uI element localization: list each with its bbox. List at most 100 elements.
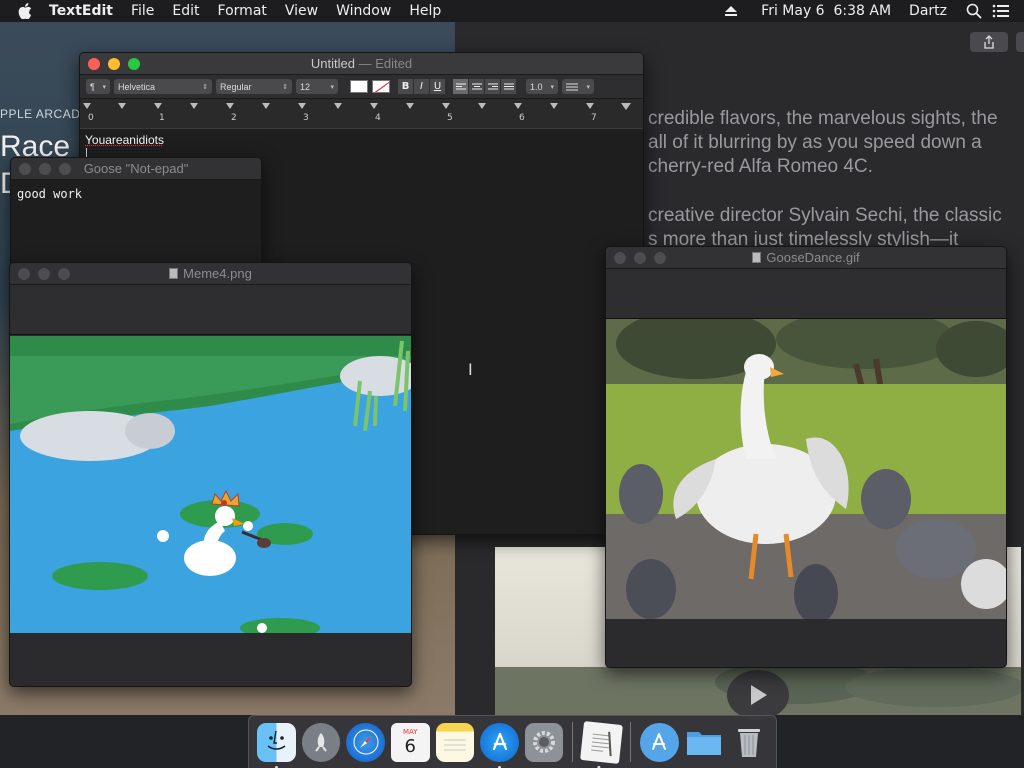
- documents-folder-icon[interactable]: [685, 723, 724, 762]
- textedit-titlebar[interactable]: Untitled — Edited: [80, 53, 643, 75]
- align-left-button[interactable]: [453, 79, 468, 94]
- justify-button[interactable]: [501, 79, 516, 94]
- spotlight-search-icon[interactable]: [966, 3, 982, 19]
- share-button[interactable]: [970, 32, 1008, 52]
- image-viewer-window[interactable]: Meme4.png: [9, 262, 412, 687]
- launchpad-icon[interactable]: [301, 722, 341, 762]
- zoom-button[interactable]: [654, 251, 666, 264]
- tab-stop-marker[interactable]: [514, 103, 522, 109]
- finder-face: [267, 730, 286, 750]
- zoom-button[interactable]: [128, 57, 140, 70]
- tab-stop-marker[interactable]: [478, 103, 486, 109]
- tab-stop-marker[interactable]: [442, 103, 450, 109]
- font-family-popup[interactable]: Helvetica ⇕: [114, 79, 212, 94]
- close-button[interactable]: [19, 162, 31, 175]
- font-style-popup[interactable]: Regular ⇕: [216, 79, 292, 94]
- line-spacing-popup[interactable]: 1.0 ▾: [526, 79, 558, 94]
- menubar-user[interactable]: Dartz: [900, 3, 956, 19]
- notes-icon[interactable]: [435, 722, 475, 762]
- dock-separator: [630, 722, 632, 762]
- textedit-icon[interactable]: [580, 720, 624, 768]
- calendar-icon[interactable]: MAY 6: [390, 722, 430, 762]
- zoom-button[interactable]: [59, 162, 71, 175]
- minimize-button[interactable]: [38, 267, 50, 280]
- notepad-text[interactable]: good work: [11, 180, 261, 208]
- close-button[interactable]: [18, 267, 30, 280]
- zoom-button[interactable]: [58, 267, 70, 280]
- document-title: Untitled: [310, 56, 355, 71]
- tab-stop-marker[interactable]: [370, 103, 378, 109]
- play-button[interactable]: [727, 670, 789, 720]
- ruler-number: 1: [159, 113, 165, 123]
- app-store-icon[interactable]: [480, 722, 519, 768]
- tab-stop-marker[interactable]: [226, 103, 234, 109]
- tab-stop-marker[interactable]: [190, 103, 198, 109]
- tab-stop-marker[interactable]: [83, 103, 91, 109]
- minimize-button[interactable]: [108, 57, 120, 70]
- paragraph-style-popup[interactable]: ¶ ▾: [86, 79, 110, 94]
- trash-icon[interactable]: [729, 723, 768, 762]
- dock: MAY 6: [248, 715, 777, 768]
- tab-stop-marker[interactable]: [154, 103, 162, 109]
- tab-stop-marker[interactable]: [334, 103, 342, 109]
- image-viewer-titlebar[interactable]: Meme4.png: [10, 263, 411, 285]
- font-size-popup[interactable]: 12 ▾: [296, 79, 338, 94]
- close-button[interactable]: [88, 57, 100, 70]
- minimize-button[interactable]: [634, 251, 646, 264]
- finder-icon[interactable]: [257, 722, 296, 768]
- eject-icon[interactable]: [724, 5, 738, 17]
- format-toolbar: ¶ ▾ Helvetica ⇕ Regular ⇕ 12 ▾ B I U 1.0 ▾ ▾: [80, 75, 643, 99]
- underline-button[interactable]: U: [430, 79, 445, 94]
- text-color-well[interactable]: [350, 80, 368, 93]
- menu-view[interactable]: View: [276, 3, 327, 19]
- image-filename: Meme4.png: [183, 266, 252, 281]
- gif-viewer-footer: [606, 619, 1006, 667]
- system-preferences-icon[interactable]: [524, 722, 564, 762]
- menu-file[interactable]: File: [122, 3, 163, 19]
- menu-app-textedit[interactable]: TextEdit: [40, 3, 122, 19]
- gif-viewer-titlebar[interactable]: GooseDance.gif: [606, 247, 1006, 269]
- menubar-clock[interactable]: Fri May 6 6:38 AM: [752, 3, 900, 19]
- notepad-titlebar[interactable]: Goose "Not-epad": [11, 158, 261, 180]
- menu-format[interactable]: Format: [209, 3, 276, 19]
- notepad-window[interactable]: Goose "Not-epad" good work: [10, 157, 262, 267]
- chevron-icon: ▾: [586, 83, 590, 91]
- menu-window[interactable]: Window: [327, 3, 400, 19]
- tab-stop-marker[interactable]: [406, 103, 414, 109]
- menu-edit[interactable]: Edit: [163, 3, 208, 19]
- align-right-button[interactable]: [485, 79, 500, 94]
- font-family-value: Helvetica: [118, 81, 156, 92]
- image-viewer-footer: [10, 633, 411, 686]
- background-color-well[interactable]: [372, 80, 390, 93]
- chevron-icon: ⇕: [202, 83, 208, 91]
- italic-button[interactable]: I: [414, 79, 429, 94]
- tab-stop-marker[interactable]: [550, 103, 558, 109]
- gif-viewer-window[interactable]: GooseDance.gif: [605, 246, 1007, 668]
- goose-pond-image: [10, 336, 411, 633]
- menu-help[interactable]: Help: [400, 3, 450, 19]
- safari-icon[interactable]: [346, 722, 385, 762]
- tab-stop-marker[interactable]: [262, 103, 270, 109]
- bold-button[interactable]: B: [398, 79, 413, 94]
- tab-stop-marker[interactable]: [586, 103, 594, 109]
- close-button[interactable]: [614, 251, 626, 264]
- rocket-icon: [315, 733, 327, 752]
- align-center-button[interactable]: [469, 79, 484, 94]
- document-text[interactable]: Youareanidiots: [85, 133, 164, 147]
- toolbar-button-partial[interactable]: [1016, 32, 1024, 52]
- minimize-button[interactable]: [39, 162, 51, 175]
- app-store-a-icon: [652, 733, 667, 750]
- right-margin-marker[interactable]: [621, 103, 631, 110]
- apple-menu-icon[interactable]: [18, 3, 32, 19]
- document-icon: [169, 268, 179, 279]
- tab-stop-marker[interactable]: [118, 103, 126, 109]
- article-line: creative director Sylvain Sechi, the cla…: [648, 205, 1002, 226]
- tab-stop-marker[interactable]: [298, 103, 306, 109]
- list-style-popup[interactable]: ▾: [562, 79, 594, 94]
- font-size-value: 12: [300, 81, 311, 92]
- ruler[interactable]: 0 1 2 3 4 5 6 7: [80, 99, 643, 129]
- compass-icon: [353, 729, 379, 755]
- notification-center-icon[interactable]: [992, 4, 1010, 18]
- applications-folder-icon[interactable]: [640, 722, 679, 762]
- folder-icon: [687, 732, 722, 755]
